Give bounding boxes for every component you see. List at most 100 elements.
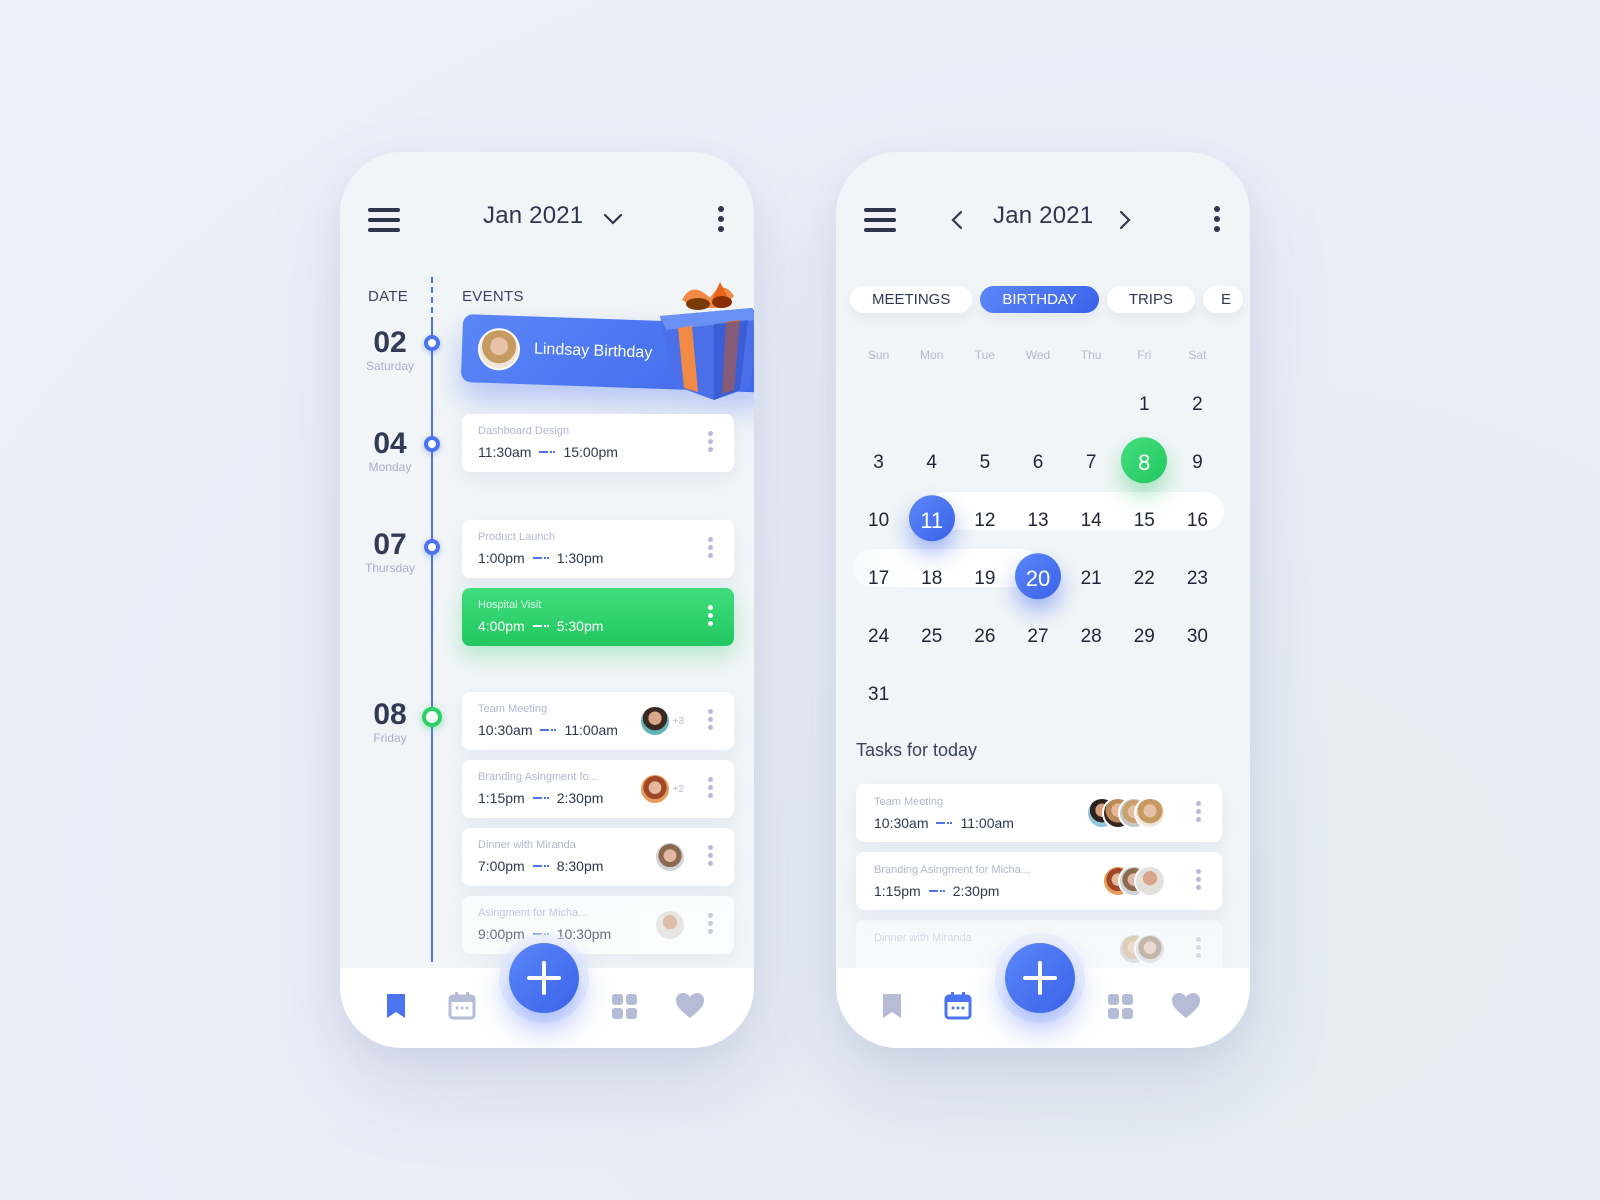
- category-chips: MEETINGS BIRTHDAY TRIPS E: [850, 286, 1244, 313]
- calendar-day-23[interactable]: 23: [1171, 550, 1224, 608]
- start-time: 9:00pm: [478, 926, 525, 942]
- calendar-day-1[interactable]: 1: [1118, 376, 1171, 434]
- calendar-icon[interactable]: [446, 990, 478, 1022]
- attendees: [1118, 933, 1166, 965]
- more-icon[interactable]: [1196, 801, 1202, 825]
- attendees: +3: [638, 705, 684, 737]
- more-icon[interactable]: [1212, 206, 1222, 234]
- birthday-label: Lindsay Birthday: [533, 340, 653, 362]
- calendar-day-9[interactable]: 9: [1171, 434, 1224, 492]
- calendar-day-22[interactable]: 22: [1118, 550, 1171, 608]
- heart-icon[interactable]: [1170, 990, 1202, 1022]
- event-time: 10:30am 11:00am: [478, 722, 618, 738]
- calendar-day-18[interactable]: 18: [905, 550, 958, 608]
- chevron-right-icon[interactable]: [1114, 208, 1136, 232]
- calendar-day-26[interactable]: 26: [958, 608, 1011, 666]
- grid-icon[interactable]: [608, 990, 640, 1022]
- calendar-screen: Jan 2021 MEETINGS BIRTHDAY TRIPS E Sun M…: [836, 152, 1250, 1048]
- end-time: 15:00pm: [563, 444, 618, 460]
- calendar-day-3[interactable]: 3: [852, 434, 905, 492]
- bookmark-icon[interactable]: [380, 990, 412, 1022]
- task-card[interactable]: Branding Asingment for Micha... 1:15pm 2:…: [856, 852, 1222, 910]
- calendar-empty-cell: [958, 376, 1011, 434]
- calendar-day-25[interactable]: 25: [905, 608, 958, 666]
- event-card[interactable]: Product Launch 1:00pm 1:30pm: [462, 520, 734, 578]
- calendar-day-12[interactable]: 12: [958, 492, 1011, 550]
- day-number: 13: [1027, 510, 1049, 531]
- event-card[interactable]: Team Meeting 10:30am 11:00am +3: [462, 692, 734, 750]
- calendar-day-7[interactable]: 7: [1065, 434, 1118, 492]
- bookmark-icon[interactable]: [876, 990, 908, 1022]
- chip-birthday[interactable]: BIRTHDAY: [980, 286, 1099, 313]
- calendar-grid: 1 2 3 4 5 6 7 8 9 10 11 12 13 14 15 16 17 18 19 20 21 22 23 24 2…: [852, 376, 1224, 724]
- date-number: 04: [373, 427, 407, 460]
- calendar-day-19[interactable]: 19: [958, 550, 1011, 608]
- calendar-day-5[interactable]: 5: [958, 434, 1011, 492]
- calendar-day-6[interactable]: 6: [1011, 434, 1064, 492]
- event-card[interactable]: Dinner with Miranda 7:00pm 8:30pm: [462, 828, 734, 886]
- event-card[interactable]: Dashboard Design 11:30am 15:00pm: [462, 414, 734, 472]
- avatar: [638, 773, 671, 805]
- task-card[interactable]: Team Meeting 10:30am 11:00am: [856, 784, 1222, 842]
- hamburger-icon[interactable]: [368, 208, 400, 232]
- calendar-day-8[interactable]: 8: [1118, 434, 1171, 492]
- weekday-label: Sun: [867, 348, 890, 362]
- more-icon[interactable]: [708, 709, 714, 733]
- task-time: 10:30am 11:00am: [874, 815, 1014, 831]
- more-icon[interactable]: [708, 605, 714, 629]
- calendar-day-15[interactable]: 15: [1118, 492, 1171, 550]
- calendar-day-17[interactable]: 17: [852, 550, 905, 608]
- hamburger-icon[interactable]: [864, 208, 896, 232]
- more-icon[interactable]: [1196, 937, 1202, 961]
- more-icon[interactable]: [716, 206, 726, 234]
- month-title[interactable]: Jan 2021: [483, 202, 583, 230]
- day-number: 3: [873, 452, 884, 473]
- calendar-day-20[interactable]: 20: [1011, 550, 1064, 608]
- calendar-day-21[interactable]: 21: [1065, 550, 1118, 608]
- calendar-empty-cell: [1065, 376, 1118, 434]
- calendar-day-13[interactable]: 13: [1011, 492, 1064, 550]
- calendar-day-31[interactable]: 31: [852, 666, 905, 724]
- calendar-day-16[interactable]: 16: [1171, 492, 1224, 550]
- timeline-dot: [424, 335, 440, 351]
- more-icon[interactable]: [708, 431, 714, 455]
- day-number: 9: [1192, 452, 1203, 473]
- calendar-day-4[interactable]: 4: [905, 434, 958, 492]
- day-number: 22: [1133, 568, 1155, 589]
- date-number: 07: [373, 528, 407, 561]
- day-number: 12: [974, 510, 996, 531]
- calendar-day-29[interactable]: 29: [1118, 608, 1171, 666]
- calendar-day-30[interactable]: 30: [1171, 608, 1224, 666]
- calendar-day-10[interactable]: 10: [852, 492, 905, 550]
- more-icon[interactable]: [708, 777, 714, 801]
- chevron-down-icon[interactable]: [602, 208, 624, 230]
- calendar-day-27[interactable]: 27: [1011, 608, 1064, 666]
- calendar-day-28[interactable]: 28: [1065, 608, 1118, 666]
- calendar-empty-cell: [905, 376, 958, 434]
- calendar-day-2[interactable]: 2: [1171, 376, 1224, 434]
- timeline-dot: [424, 539, 440, 555]
- add-task-button[interactable]: [1005, 943, 1075, 1013]
- event-card[interactable]: Asingment for Micha... 9:00pm 10:30pm: [462, 896, 734, 954]
- calendar-icon[interactable]: [942, 990, 974, 1022]
- heart-icon[interactable]: [674, 990, 706, 1022]
- chip-meetings[interactable]: MEETINGS: [850, 286, 973, 313]
- event-card[interactable]: Branding Asingment fo... 1:15pm 2:30pm +2: [462, 760, 734, 818]
- grid-icon[interactable]: [1104, 990, 1136, 1022]
- calendar-day-24[interactable]: 24: [852, 608, 905, 666]
- more-icon[interactable]: [708, 845, 714, 869]
- start-time: 1:15pm: [478, 790, 525, 806]
- event-card-highlighted[interactable]: Hospital Visit 4:00pm 5:30pm: [462, 588, 734, 646]
- chip-trips[interactable]: TRIPS: [1106, 286, 1195, 313]
- avatar: [1134, 933, 1166, 965]
- end-time: 11:00am: [564, 722, 618, 738]
- add-event-button[interactable]: [509, 943, 579, 1013]
- chevron-left-icon[interactable]: [946, 208, 968, 232]
- more-icon[interactable]: [708, 537, 714, 561]
- chip-more[interactable]: E: [1203, 286, 1244, 313]
- more-icon[interactable]: [708, 913, 714, 937]
- calendar-day-11[interactable]: 11: [905, 492, 958, 550]
- more-icon[interactable]: [1196, 869, 1202, 893]
- calendar-day-14[interactable]: 14: [1065, 492, 1118, 550]
- month-title: Jan 2021: [993, 202, 1094, 229]
